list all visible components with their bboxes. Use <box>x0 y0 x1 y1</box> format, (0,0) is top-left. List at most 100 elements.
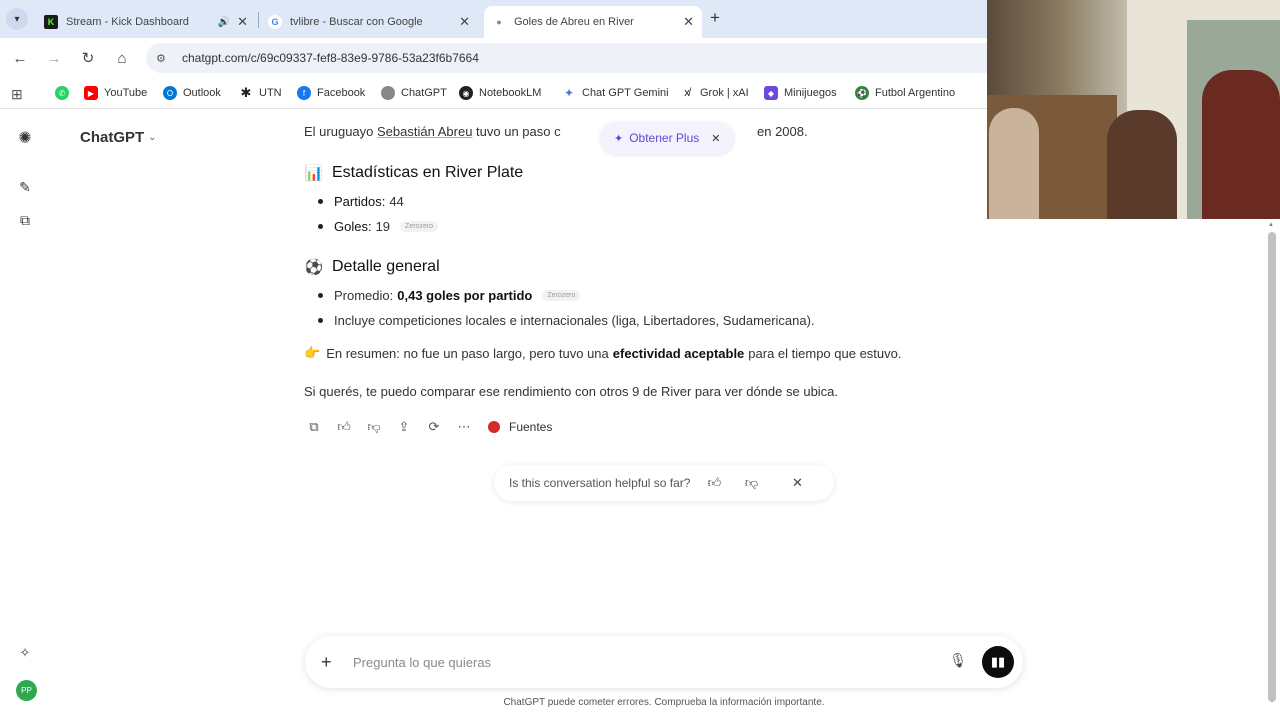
brand-label: ChatGPT <box>80 129 145 146</box>
outlook-icon: O <box>163 86 177 100</box>
scrollbar-thumb[interactable] <box>1268 232 1276 702</box>
thumbs-up-icon[interactable]: 👍︎ <box>704 473 724 493</box>
intro-name-link[interactable]: Sebastián Abreu <box>377 124 472 139</box>
reload-icon[interactable]: ↻ <box>78 48 98 68</box>
webcam-person <box>989 108 1039 219</box>
close-tab-icon[interactable]: ✕ <box>459 14 470 30</box>
home-icon[interactable]: ⌂ <box>112 48 132 68</box>
item-label: Goles: <box>334 219 372 234</box>
url-text[interactable]: chatgpt.com/c/69c09337-fef8-83e9-9786-53… <box>182 51 479 65</box>
feedback-bar: Is this conversation helpful so far? 👍︎ … <box>494 465 834 501</box>
pointing-hand-icon: 👉 <box>304 345 321 360</box>
bookmark-facebook[interactable]: f Facebook <box>297 86 365 100</box>
omnibox[interactable]: ⚙ chatgpt.com/c/69c09337-fef8-83e9-9786-… <box>146 43 987 73</box>
bookmark-minijuegos[interactable]: ◆ Minijuegos <box>764 86 837 100</box>
list-item: Promedio: 0,43 goles por partido Zerozer… <box>318 288 581 303</box>
bookmark-futbol-argentino[interactable]: ⚽ Futbol Argentino <box>855 86 955 100</box>
more-options-icon[interactable]: ⋯ <box>454 417 474 437</box>
library-icon[interactable]: ⧉ <box>14 209 36 231</box>
bookmark-chatgpt[interactable]: ChatGPT <box>381 86 447 100</box>
microphone-icon[interactable]: 🎙︎ <box>949 652 967 669</box>
google-icon: G <box>268 15 282 29</box>
close-icon[interactable]: ✕ <box>787 473 807 493</box>
get-plus-label: Obtener Plus <box>629 131 700 145</box>
bookmark-label: UTN <box>259 87 282 99</box>
new-tab-plus-icon[interactable]: + <box>710 8 720 28</box>
webcam-person <box>1107 110 1177 219</box>
thumbs-down-icon[interactable]: 👎︎ <box>364 417 384 437</box>
message-actions: ⧉ 👍︎ 👎︎ ⇪ ⟳ ⋯ Fuentes <box>304 417 552 437</box>
forward-arrow-icon[interactable]: → <box>44 48 64 68</box>
regenerate-icon[interactable]: ⟳ <box>424 417 444 437</box>
speaker-icon[interactable]: 🔊 <box>218 17 230 28</box>
intro-paragraph: El uruguayo Sebastián Abreu tuvo un paso… <box>304 124 808 139</box>
sources-label: Fuentes <box>509 420 553 434</box>
copy-icon[interactable]: ⧉ <box>304 417 324 437</box>
bookmark-youtube[interactable]: ▶ YouTube <box>84 86 147 100</box>
notebooklm-icon: ◉ <box>459 86 473 100</box>
bookmark-utn[interactable]: ✱ UTN <box>239 85 282 100</box>
bookmark-grok[interactable]: x̸ Grok | xAI <box>680 86 749 100</box>
close-tab-icon[interactable]: ✕ <box>683 14 694 30</box>
feedback-question: Is this conversation helpful so far? <box>509 476 691 490</box>
whatsapp-icon: ✆ <box>55 86 69 100</box>
bullet <box>318 224 323 229</box>
intro-text: El uruguayo <box>304 124 374 139</box>
bookmark-whatsapp[interactable]: ✆ <box>55 86 75 100</box>
bookmark-outlook[interactable]: O Outlook <box>163 86 221 100</box>
tab-google-search[interactable]: G tvlibre - Buscar con Google ✕ <box>260 6 478 38</box>
bookmarks-bar: ⊞ ✆ ▶ YouTube O Outlook ✱ UTN f Facebook… <box>0 79 987 109</box>
bookmark-gemini[interactable]: ✦ Chat GPT Gemini <box>562 86 669 100</box>
back-arrow-icon[interactable]: ← <box>10 48 30 68</box>
sparkle-icon[interactable]: ✧ <box>14 642 36 664</box>
tab-title: Stream - Kick Dashboard <box>66 16 189 28</box>
voice-mode-button[interactable]: ▮▮ <box>982 646 1014 678</box>
site-info-icon[interactable]: ⚙ <box>156 52 170 65</box>
openai-logo-icon[interactable]: ✺ <box>14 127 36 149</box>
close-icon[interactable]: ✕ <box>711 132 720 145</box>
tab-divider <box>258 12 259 28</box>
soccer-ball-icon: ⚽ <box>855 86 869 100</box>
bookmark-notebooklm[interactable]: ◉ NotebookLM <box>459 86 541 100</box>
new-chat-icon[interactable]: ✎ <box>14 176 36 198</box>
utn-icon: ✱ <box>240 85 252 100</box>
source-chip[interactable]: Zerozero <box>542 290 581 301</box>
address-bar-row: ← → ↻ ⌂ ⚙ chatgpt.com/c/69c09337-fef8-83… <box>0 38 987 79</box>
list-item: Incluye competiciones locales e internac… <box>318 313 815 328</box>
tab-title: tvlibre - Buscar con Google <box>290 16 423 28</box>
list-item: Partidos: 44 <box>318 194 404 209</box>
prompt-input[interactable] <box>353 654 913 670</box>
tab-title: Goles de Abreu en River <box>514 16 634 28</box>
attach-plus-icon[interactable]: + <box>321 652 341 673</box>
get-plus-button[interactable]: ✦ Obtener Plus ✕ <box>600 122 735 154</box>
tab-goles-de-abreu[interactable]: ● Goles de Abreu en River ✕ <box>484 6 702 38</box>
thumbs-down-icon[interactable]: 👎︎ <box>741 473 761 493</box>
source-favicon-icon <box>488 421 500 433</box>
summary-text: En resumen: no fue un paso largo, pero t… <box>326 345 609 361</box>
item-value: 19 <box>375 219 391 234</box>
intro-text-tail: en 2008. <box>757 124 808 139</box>
sparkle-icon: ✦ <box>614 132 624 145</box>
chatgpt-icon: ● <box>496 17 502 27</box>
sidebar-rail: ✺ ✎ ⧉ ✧ <box>0 109 50 720</box>
tab-list-chevron-down-icon[interactable]: ▾ <box>6 8 28 30</box>
item-value: 0,43 goles por partido <box>397 288 533 303</box>
apps-grid-icon[interactable]: ⊞ <box>11 86 23 103</box>
sources-button[interactable]: Fuentes <box>488 420 552 434</box>
source-chip[interactable]: Zerozero <box>400 221 439 232</box>
model-selector[interactable]: ChatGPT ⌄ <box>80 129 157 146</box>
kick-icon: K <box>44 15 58 29</box>
chevron-down-icon: ⌄ <box>148 132 157 143</box>
youtube-icon: ▶ <box>84 86 98 100</box>
tab-kick-dashboard[interactable]: K Stream - Kick Dashboard 🔊 ✕ <box>36 6 256 38</box>
bookmark-label: Grok | xAI <box>700 87 749 99</box>
share-icon[interactable]: ⇪ <box>394 417 414 437</box>
scroll-up-arrow-icon[interactable]: ▲ <box>1268 222 1274 228</box>
composer: + 🎙︎ ▮▮ <box>305 636 1023 688</box>
close-tab-icon[interactable]: ✕ <box>237 14 248 30</box>
gemini-sparkle-icon: ✦ <box>563 86 575 100</box>
item-label: Partidos: <box>334 194 386 209</box>
bookmark-label: YouTube <box>104 87 148 99</box>
thumbs-up-icon[interactable]: 👍︎ <box>334 417 354 437</box>
minijuegos-icon: ◆ <box>764 86 778 100</box>
